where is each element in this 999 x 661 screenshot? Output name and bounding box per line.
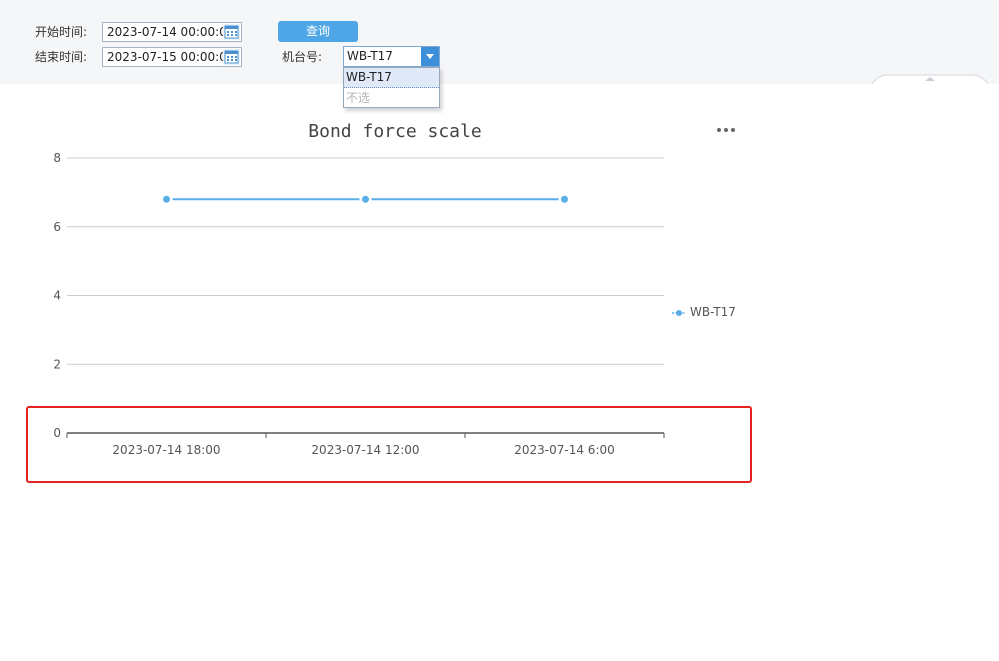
y-tick-label: 4 <box>53 289 61 303</box>
dropdown-option[interactable]: 不选 <box>344 88 439 108</box>
data-point <box>163 195 170 203</box>
y-tick-label: 2 <box>53 357 61 371</box>
chart-legend[interactable]: WB-T17 <box>672 304 736 320</box>
y-tick-label: 6 <box>53 220 61 234</box>
legend-marker-icon <box>672 309 686 316</box>
data-point <box>561 195 568 203</box>
y-tick-label: 8 <box>53 151 61 165</box>
legend-label: WB-T17 <box>690 305 736 319</box>
machine-dropdown: WB-T17 不选 <box>343 67 440 108</box>
x-tick-label: 2023-07-14 12:00 <box>311 443 419 457</box>
data-point <box>362 195 369 203</box>
dropdown-option[interactable]: WB-T17 <box>344 68 439 88</box>
line-chart: 0 2 4 6 8 2023-07-14 18:00 2023-07-14 12:00 202… <box>53 151 665 457</box>
x-tick-label: 2023-07-14 6:00 <box>514 443 615 457</box>
y-tick-label: 0 <box>53 426 61 440</box>
x-tick-label: 2023-07-14 18:00 <box>112 443 220 457</box>
